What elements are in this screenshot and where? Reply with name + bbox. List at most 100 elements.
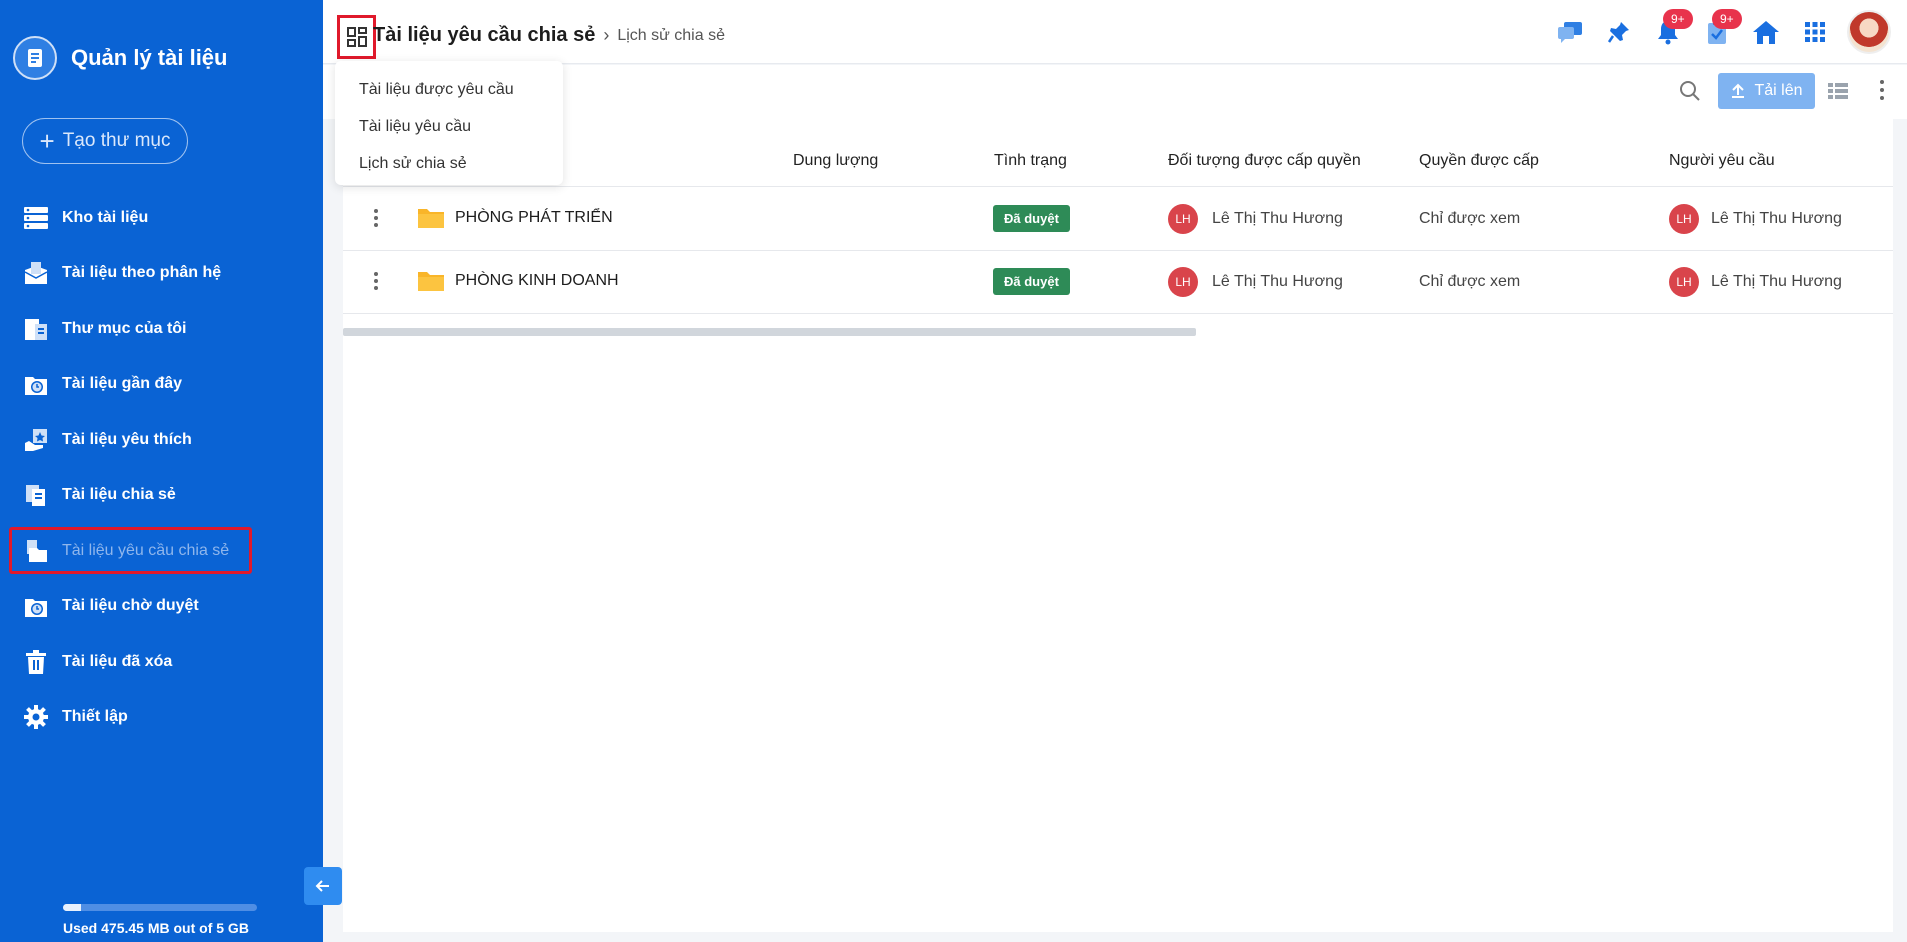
more-vertical-icon — [1880, 80, 1884, 100]
requester-name: Lê Thị Thu Hương — [1711, 273, 1842, 290]
app-title: Quản lý tài liệu — [71, 45, 228, 70]
sidebar-item-repository[interactable]: Kho tài liệu — [0, 190, 323, 246]
sidebar-item-label: Tài liệu đã xóa — [62, 652, 173, 670]
breadcrumb: Tài liệu yêu cầu chia sẻ › Lịch sử chia … — [373, 24, 725, 47]
sidebar-nav: Kho tài liệu Tài liệu theo phân hệ Thư m… — [0, 190, 323, 745]
my-folder-icon — [22, 315, 50, 343]
table-row[interactable]: PHÒNG PHÁT TRIỂN Đã duyệt LH Lê Thị Thu … — [343, 188, 1893, 251]
storage-progress-fill — [63, 904, 82, 911]
gear-icon — [22, 703, 50, 731]
list-view-button[interactable] — [1827, 81, 1849, 106]
list-view-icon — [1828, 83, 1848, 99]
folder-icon — [417, 270, 445, 297]
status-badge: Đã duyệt — [993, 205, 1070, 232]
upload-label: Tải lên — [1754, 82, 1803, 99]
sidebar-item-label: Thư mục của tôi — [62, 319, 187, 337]
requester-name: Lê Thị Thu Hương — [1711, 210, 1842, 227]
apps-button[interactable] — [1790, 21, 1839, 43]
favorite-docs-icon — [22, 426, 50, 454]
avatar: LH — [1669, 267, 1699, 297]
search-icon — [1680, 81, 1700, 101]
sidebar-item-settings[interactable]: Thiết lập — [0, 690, 323, 746]
view-dropdown-menu: Tài liệu được yêu cầu Tài liệu yêu cầu L… — [335, 61, 563, 185]
plus-icon: + — [39, 126, 55, 156]
grantee-name: Lê Thị Thu Hương — [1212, 210, 1343, 227]
menu-item-requested-docs[interactable]: Tài liệu được yêu cầu — [335, 71, 563, 108]
sidebar-item-module-docs[interactable]: Tài liệu theo phân hệ — [0, 246, 323, 302]
sidebar-item-label: Tài liệu yêu cầu chia sẻ — [62, 541, 230, 559]
storage-text: Used 475.45 MB out of 5 GB — [63, 920, 249, 936]
notifications-button[interactable]: 9+ — [1643, 9, 1693, 45]
file-name[interactable]: PHÒNG PHÁT TRIỂN — [455, 209, 613, 227]
sidebar-item-favorites[interactable]: Tài liệu yêu thích — [0, 412, 323, 468]
trash-icon — [22, 648, 50, 676]
shared-docs-icon — [22, 481, 50, 509]
avatar: LH — [1168, 267, 1198, 297]
share-request-icon — [22, 537, 50, 565]
sidebar-item-recent[interactable]: Tài liệu gần đây — [0, 357, 323, 413]
sidebar-item-label: Tài liệu theo phân hệ — [62, 264, 222, 282]
notification-badge: 9+ — [1663, 9, 1693, 29]
column-size[interactable]: Dung lượng — [793, 152, 878, 170]
sidebar: Quản lý tài liệu + Tạo thư mục Kho tài l… — [0, 0, 323, 942]
content-card: Dung lượng Tình trạng Đối tượng được cấp… — [343, 119, 1893, 932]
upload-button[interactable]: Tải lên — [1718, 73, 1815, 109]
sidebar-item-shared[interactable]: Tài liệu chia sẻ — [0, 468, 323, 524]
home-icon — [1752, 21, 1779, 44]
header-actions: 9+ 9+ — [1545, 9, 1907, 54]
sidebar-item-label: Tài liệu chia sẻ — [62, 486, 176, 504]
file-name[interactable]: PHÒNG KINH DOANH — [455, 272, 619, 290]
brand[interactable]: Quản lý tài liệu — [13, 36, 227, 80]
sidebar-item-label: Tài liệu chờ duyệt — [62, 597, 199, 615]
column-status[interactable]: Tình trạng — [994, 152, 1067, 170]
table-row[interactable]: PHÒNG KINH DOANH Đã duyệt LH Lê Thị Thu … — [343, 251, 1893, 314]
chat-icon — [1557, 22, 1582, 43]
pending-docs-icon — [22, 592, 50, 620]
storage-progress-bar — [63, 904, 257, 911]
permission-text: Chỉ được xem — [1419, 273, 1521, 290]
tasks-button[interactable]: 9+ — [1692, 9, 1742, 45]
sidebar-item-pending[interactable]: Tài liệu chờ duyệt — [0, 579, 323, 635]
recent-docs-icon — [22, 370, 50, 398]
sidebar-item-share-requests[interactable]: Tài liệu yêu cầu chia sẻ — [0, 523, 323, 579]
breadcrumb-sub[interactable]: Lịch sử chia sẻ — [617, 27, 725, 45]
row-menu-button[interactable] — [373, 208, 379, 233]
column-requester[interactable]: Người yêu cầu — [1669, 152, 1775, 170]
permission-text: Chỉ được xem — [1419, 210, 1521, 227]
menu-item-share-history[interactable]: Lịch sử chia sẻ — [335, 145, 563, 182]
row-menu-button[interactable] — [373, 271, 379, 296]
sidebar-item-label: Kho tài liệu — [62, 208, 149, 226]
grantee-name: Lê Thị Thu Hương — [1212, 273, 1343, 290]
sidebar-item-my-folder[interactable]: Thư mục của tôi — [0, 301, 323, 357]
pin-button[interactable] — [1594, 20, 1643, 44]
create-folder-label: Tạo thư mục — [62, 130, 171, 151]
chevron-right-icon: › — [603, 25, 610, 45]
sidebar-item-deleted[interactable]: Tài liệu đã xóa — [0, 634, 323, 690]
grid-menu-icon — [346, 27, 367, 47]
server-icon — [22, 204, 50, 232]
home-button[interactable] — [1741, 19, 1790, 45]
sidebar-item-label: Tài liệu yêu thích — [62, 430, 192, 448]
collapse-sidebar-button[interactable] — [304, 867, 342, 905]
avatar: LH — [1168, 204, 1198, 234]
chat-button[interactable] — [1545, 20, 1594, 44]
search-button[interactable] — [1679, 80, 1701, 107]
horizontal-scrollbar[interactable] — [343, 328, 1196, 336]
document-logo-icon — [13, 36, 57, 80]
breadcrumb-main[interactable]: Tài liệu yêu cầu chia sẻ — [373, 24, 595, 47]
avatar: LH — [1669, 204, 1699, 234]
sidebar-item-label: Thiết lập — [62, 708, 128, 726]
pin-icon — [1607, 22, 1629, 43]
more-vertical-icon — [374, 209, 378, 227]
create-folder-button[interactable]: + Tạo thư mục — [22, 118, 188, 164]
status-badge: Đã duyệt — [993, 268, 1070, 295]
column-grantee[interactable]: Đối tượng được cấp quyền — [1168, 152, 1361, 170]
folder-icon — [417, 207, 445, 234]
upload-icon — [1732, 83, 1745, 98]
menu-item-my-requests[interactable]: Tài liệu yêu cầu — [335, 108, 563, 145]
user-avatar[interactable] — [1847, 10, 1891, 54]
more-options-button[interactable] — [1879, 79, 1885, 106]
menu-grid-button[interactable] — [337, 15, 376, 59]
apps-grid-icon — [1804, 22, 1825, 42]
column-permission[interactable]: Quyền được cấp — [1419, 152, 1539, 170]
